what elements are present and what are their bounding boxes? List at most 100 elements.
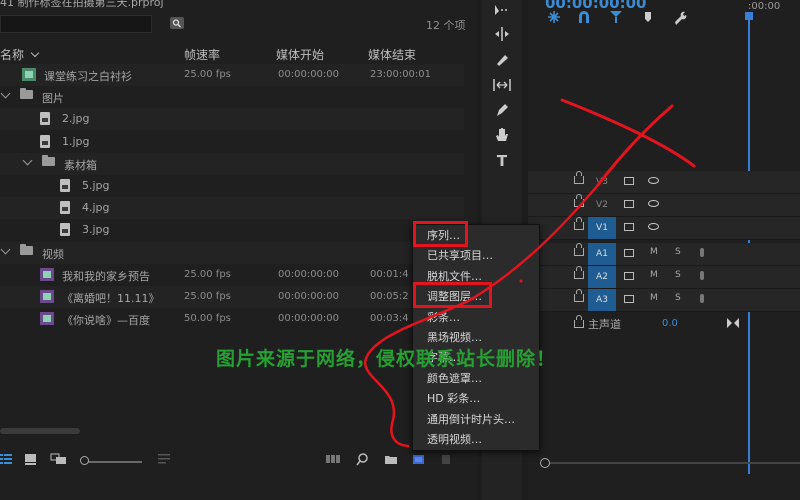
column-media-start[interactable]: 媒体开始 xyxy=(276,46,324,63)
sync-lock-icon[interactable] xyxy=(624,249,634,257)
timeline-zoom-track[interactable] xyxy=(550,462,800,464)
sync-lock-icon[interactable] xyxy=(624,177,634,185)
mute-button[interactable]: M xyxy=(650,247,658,257)
track-header-v1[interactable]: V1 xyxy=(528,217,800,240)
zoom-slider-track[interactable] xyxy=(88,461,142,463)
menu-item[interactable]: 已共享项目… xyxy=(427,247,537,265)
project-panel: 41 制作标签在拍摄第三天.prproj 12 个项 名称 帧速率 媒体开始 媒… xyxy=(0,0,478,500)
new-bin-icon[interactable] xyxy=(384,453,398,465)
track-header-a3[interactable]: A3 M S xyxy=(528,289,800,312)
new-item-icon[interactable] xyxy=(412,453,426,465)
ripple-edit-icon[interactable] xyxy=(492,26,512,44)
slip-icon[interactable] xyxy=(492,77,512,95)
track-header-a2[interactable]: A2 M S xyxy=(528,266,800,289)
column-media-end[interactable]: 媒体结束 xyxy=(368,46,416,63)
find-icon[interactable] xyxy=(356,453,370,466)
master-split-icon[interactable] xyxy=(727,318,739,331)
mute-button[interactable]: M xyxy=(650,270,658,280)
razor-icon[interactable] xyxy=(492,52,512,70)
track-label[interactable]: V3 xyxy=(588,171,616,193)
project-item-row[interactable]: 课堂练习之白衬衫 25.00 fps 00:00:00:00 23:00:00:01 xyxy=(0,64,464,86)
sync-lock-icon[interactable] xyxy=(624,272,634,280)
menu-item[interactable]: 颜色遮罩… xyxy=(427,370,537,388)
chevron-down-icon[interactable] xyxy=(22,155,33,166)
type-tool-icon[interactable]: T xyxy=(492,152,512,170)
track-header-v2[interactable]: V2 xyxy=(528,194,800,217)
track-label[interactable]: A1 xyxy=(588,243,616,265)
menu-item[interactable]: 透明视频… xyxy=(427,431,537,449)
linked-selection-icon[interactable] xyxy=(608,9,624,25)
zoom-slider-handle[interactable] xyxy=(80,456,89,465)
search-input[interactable] xyxy=(0,15,152,33)
item-media-start: 00:00:00:00 xyxy=(278,69,340,80)
item-fps: 25.00 fps xyxy=(184,69,231,80)
solo-button[interactable]: S xyxy=(675,270,681,280)
track-label[interactable]: A2 xyxy=(588,266,616,288)
menu-item[interactable]: HD 彩条… xyxy=(427,390,537,408)
project-item-row[interactable]: 我和我的家乡预告 25.00 fps 00:00:00:00 00:01:4 xyxy=(0,264,464,286)
nest-toggle-icon[interactable] xyxy=(546,9,562,25)
sync-lock-icon[interactable] xyxy=(624,223,634,231)
item-name: 2.jpg xyxy=(62,112,90,126)
track-header-v3[interactable]: V3 xyxy=(528,171,800,194)
mute-button[interactable]: M xyxy=(650,293,658,303)
hand-icon[interactable] xyxy=(492,127,512,145)
microphone-icon[interactable] xyxy=(700,294,704,303)
sync-lock-icon[interactable] xyxy=(624,295,634,303)
project-item-row[interactable]: 5.jpg xyxy=(0,175,464,197)
new-item-context-menu: 序列… 已共享项目… 脱机文件… 调整图层… 彩条… 黑场视频… 字幕… 颜色遮罩… HD 彩条… xyxy=(412,224,540,451)
project-item-row[interactable]: 《你说啥》—百度 50.00 fps 00:00:00:00 00:03:4 xyxy=(0,308,464,330)
track-header-a1[interactable]: A1 M S xyxy=(528,243,800,266)
column-name[interactable]: 名称 xyxy=(0,46,40,63)
track-lock-icon[interactable] xyxy=(574,217,584,230)
freeform-view-icon[interactable] xyxy=(50,453,66,465)
track-lock-icon[interactable] xyxy=(574,289,584,302)
track-select-forward-icon[interactable] xyxy=(492,2,512,20)
automate-to-sequence-icon[interactable] xyxy=(326,453,340,465)
eye-visibility-icon[interactable] xyxy=(648,200,659,207)
list-view-icon[interactable] xyxy=(0,453,14,465)
track-header-area: V3 V2 V1 A1 M S A2 M S A3 M S xyxy=(528,168,800,338)
track-label[interactable]: A3 xyxy=(588,289,616,311)
eye-visibility-icon[interactable] xyxy=(648,177,659,184)
timeline-zoom-handle[interactable] xyxy=(540,458,550,468)
track-label[interactable]: V1 xyxy=(588,217,616,239)
add-marker-icon[interactable] xyxy=(640,9,656,25)
solo-button[interactable]: S xyxy=(675,293,681,303)
menu-item[interactable]: 彩条… xyxy=(427,309,537,327)
track-lock-icon[interactable] xyxy=(574,266,584,279)
project-item-row[interactable]: 1.jpg xyxy=(0,131,464,153)
icon-view-icon[interactable] xyxy=(24,453,38,465)
item-name: 我和我的家乡预告 xyxy=(62,269,150,283)
chevron-down-icon[interactable] xyxy=(0,88,11,99)
item-media-start: 00:00:00:00 xyxy=(278,291,340,302)
pen-icon[interactable] xyxy=(492,102,512,120)
bin-row[interactable]: 素材箱 xyxy=(0,152,464,175)
bin-row[interactable]: 图片 xyxy=(0,86,464,108)
track-label[interactable]: V2 xyxy=(588,194,616,216)
project-item-row[interactable]: 《离婚吧！11.11》 25.00 fps 00:00:00:00 00:05:2 xyxy=(0,286,464,308)
snap-icon[interactable] xyxy=(576,9,592,25)
project-item-row[interactable]: 3.jpg xyxy=(0,219,464,241)
chevron-down-icon[interactable] xyxy=(0,244,11,255)
track-lock-icon[interactable] xyxy=(574,194,584,207)
track-lock-icon[interactable] xyxy=(574,171,584,184)
search-filter-icon[interactable] xyxy=(170,17,184,29)
menu-item[interactable]: 通用倒计时片头… xyxy=(427,411,537,429)
microphone-icon[interactable] xyxy=(700,248,704,257)
column-fps[interactable]: 帧速率 xyxy=(184,46,220,63)
track-lock-icon[interactable] xyxy=(574,243,584,256)
bin-row[interactable]: 视频 xyxy=(0,241,464,264)
sync-lock-icon[interactable] xyxy=(624,200,634,208)
clear-icon[interactable] xyxy=(440,453,454,465)
microphone-icon[interactable] xyxy=(700,271,704,280)
eye-visibility-icon[interactable] xyxy=(648,223,659,230)
project-item-row[interactable]: 4.jpg xyxy=(0,197,464,220)
project-item-row[interactable]: 2.jpg xyxy=(0,108,464,131)
master-lock-icon[interactable] xyxy=(574,315,584,328)
sort-icon[interactable] xyxy=(158,453,172,465)
horizontal-scrollbar[interactable] xyxy=(0,428,80,434)
wrench-settings-icon[interactable] xyxy=(672,9,688,25)
solo-button[interactable]: S xyxy=(675,247,681,257)
master-volume-value[interactable]: 0.0 xyxy=(662,318,678,329)
